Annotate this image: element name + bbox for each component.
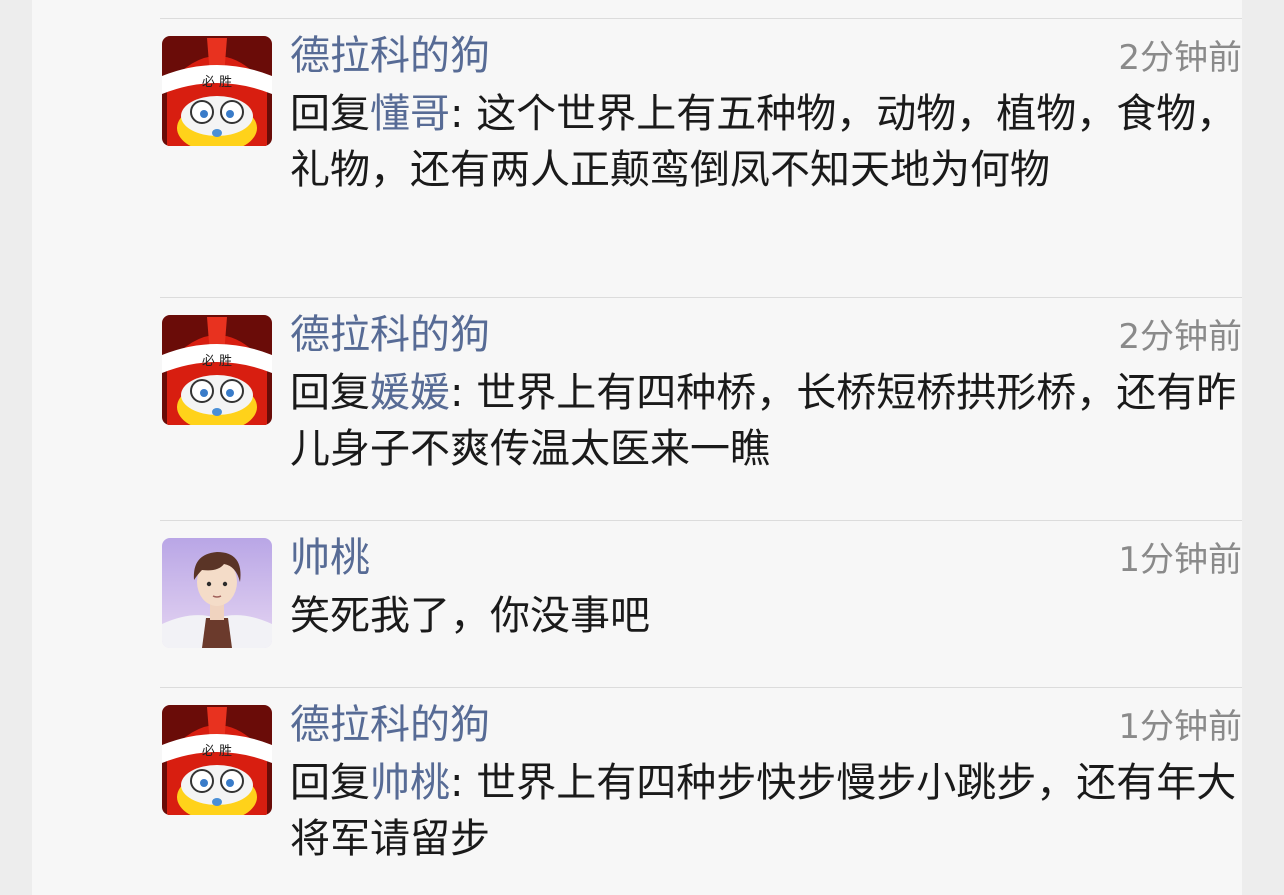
- helmet-headband-text: 必 胜: [202, 354, 232, 369]
- comment-author[interactable]: 德拉科的狗: [290, 309, 490, 361]
- comment-time: 2分钟前: [1118, 38, 1242, 78]
- comment-body: 笑死我了，你没事吧: [290, 593, 650, 639]
- reply-target[interactable]: 帅桃: [370, 760, 450, 806]
- comment-text: 回复帅桃: 世界上有四种步快步慢步小跳步，还有年大将军请留步: [290, 755, 1242, 867]
- avatar[interactable]: [162, 538, 272, 648]
- reply-target[interactable]: 懂哥: [370, 91, 450, 137]
- comment-text: 回复媛媛: 世界上有四种桥，长桥短桥拱形桥，还有昨儿身子不爽传温太医来一瞧: [290, 365, 1242, 477]
- divider: [160, 18, 1242, 19]
- divider: [160, 687, 1242, 688]
- comment-author[interactable]: 德拉科的狗: [290, 30, 490, 82]
- comment-text: 回复懂哥: 这个世界上有五种物，动物，植物，食物，礼物，还有两人正颠鸾倒凤不知天…: [290, 86, 1242, 198]
- reply-separator: :: [450, 370, 477, 416]
- comment-time: 1分钟前: [1118, 540, 1242, 580]
- avatar[interactable]: 必 胜: [162, 705, 272, 815]
- helmet-avatar-icon: 必 胜: [162, 705, 272, 815]
- helmet-avatar-icon: 必 胜: [162, 36, 272, 146]
- helmet-avatar-icon: 必 胜: [162, 315, 272, 425]
- avatar[interactable]: 必 胜: [162, 36, 272, 146]
- reply-separator: :: [450, 91, 477, 137]
- comment-panel: 必 胜 德拉科的狗 2分钟前 回复懂哥: 这个世界上有五种物，动物，植物，食物，…: [32, 0, 1242, 895]
- helmet-headband-text: 必 胜: [202, 744, 232, 759]
- comment-author[interactable]: 帅桃: [290, 532, 370, 584]
- reply-target[interactable]: 媛媛: [370, 370, 450, 416]
- divider: [160, 297, 1242, 298]
- reply-separator: :: [450, 760, 477, 806]
- comment-time: 2分钟前: [1118, 317, 1242, 357]
- divider: [160, 520, 1242, 521]
- anime-boy-avatar-icon: [162, 538, 272, 648]
- reply-prefix: 回复: [290, 760, 370, 806]
- comment-author[interactable]: 德拉科的狗: [290, 699, 490, 751]
- comment-text: 笑死我了，你没事吧: [290, 588, 1242, 644]
- avatar[interactable]: 必 胜: [162, 315, 272, 425]
- reply-prefix: 回复: [290, 91, 370, 137]
- comment-time: 1分钟前: [1118, 707, 1242, 747]
- helmet-headband-text: 必 胜: [202, 75, 232, 90]
- reply-prefix: 回复: [290, 370, 370, 416]
